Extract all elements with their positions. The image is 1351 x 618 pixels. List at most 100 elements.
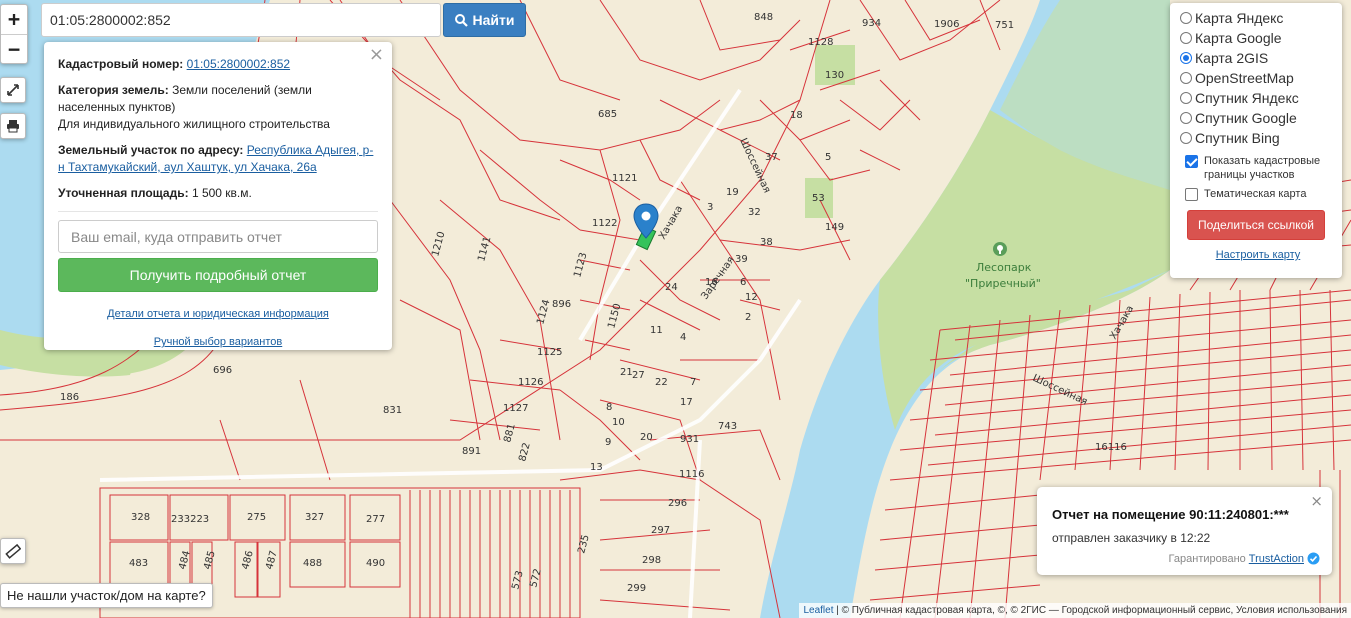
layer-option-label: Карта Google <box>1195 30 1282 46</box>
guarantee-text: Гарантировано <box>1168 552 1246 565</box>
map-attribution: Leaflet | © Публичная кадастровая карта,… <box>799 603 1351 618</box>
manual-select-link[interactable]: Ручной выбор вариантов <box>58 334 378 351</box>
address-row: Земельный участок по адресу: Республика … <box>58 142 378 176</box>
layer-option-label: Карта Яндекс <box>1195 10 1284 26</box>
ruler-icon <box>5 543 21 559</box>
report-details-link[interactable]: Детали отчета и юридическая информация <box>58 306 378 323</box>
layer-option[interactable]: Карта Google <box>1180 28 1336 48</box>
parcel-number-label: 24 <box>665 282 678 293</box>
not-found-button[interactable]: Не нашли участок/дом на карте? <box>0 583 213 608</box>
zoom-in-button[interactable]: + <box>1 5 27 34</box>
search-input[interactable] <box>41 3 441 37</box>
cadastral-label: Кадастровый номер: <box>58 57 184 71</box>
parcel-number-label: 186 <box>60 392 79 403</box>
parcel-number-label: 488 <box>303 558 322 569</box>
info-close-button[interactable]: × <box>369 46 384 64</box>
parcel-number-label: 685 <box>598 109 617 120</box>
parcel-number-label: 1125 <box>537 347 562 358</box>
share-link-button[interactable]: Поделиться ссылкой <box>1187 210 1325 240</box>
layer-option-label: OpenStreetMap <box>1195 70 1294 86</box>
print-icon <box>7 120 19 133</box>
search-button-label: Найти <box>472 12 515 28</box>
layer-option-label: Спутник Яндекс <box>1195 90 1299 106</box>
layer-option-label: Спутник Google <box>1195 110 1297 126</box>
layer-option-label: Карта 2GIS <box>1195 50 1269 66</box>
parcel-number-label: 9 <box>605 437 611 448</box>
parcel-number-label: 934 <box>862 18 881 29</box>
layer-radio[interactable] <box>1180 132 1192 144</box>
parcel-number-label: 328 <box>131 512 150 523</box>
layer-option[interactable]: Спутник Google <box>1180 108 1336 128</box>
parcel-number-label: 149 <box>825 222 844 233</box>
cadastral-link[interactable]: 01:05:2800002:852 <box>187 57 290 71</box>
parcel-number-label: 297 <box>651 525 670 536</box>
parcel-number-label: 1116 <box>679 469 704 480</box>
layer-option[interactable]: Спутник Bing <box>1180 128 1336 148</box>
layer-radio[interactable] <box>1180 32 1192 44</box>
parcel-number-label: 19 <box>726 187 739 198</box>
parcel-number-label: 275 <box>247 512 266 523</box>
show-borders-checkbox[interactable] <box>1185 155 1198 168</box>
notice-close-button[interactable]: × <box>1310 492 1323 510</box>
parcel-number-label: 27 <box>632 370 645 381</box>
thematic-checkbox[interactable] <box>1185 188 1198 201</box>
parcel-number-label: 11 <box>650 325 663 336</box>
notice-title: Отчет на помещение 90:11:240801:*** <box>1052 507 1289 522</box>
verified-check-icon <box>1307 552 1320 565</box>
layer-options: Карта Яндекс Карта Google Карта 2GIS OpenSt… <box>1180 8 1336 148</box>
area-row: Уточненная площадь: 1 500 кв.м. <box>58 185 378 202</box>
layer-radio[interactable] <box>1180 92 1192 104</box>
parcel-number-label: 12 <box>745 292 758 303</box>
layer-radio[interactable] <box>1180 52 1192 64</box>
leaflet-link[interactable]: Leaflet <box>803 605 833 616</box>
parcel-number-label: 896 <box>552 299 571 310</box>
category-row: Категория земель: Земли поселений (земли… <box>58 82 378 133</box>
email-input[interactable] <box>58 220 378 253</box>
layer-radio[interactable] <box>1180 112 1192 124</box>
notice-text: отправлен заказчику в 12:22 <box>1052 531 1211 545</box>
layer-radio[interactable] <box>1180 72 1192 84</box>
parcel-number-label: 299 <box>627 583 646 594</box>
parcel-number-label: 233223 <box>171 514 209 525</box>
parcel-number-label: 37 <box>765 152 778 163</box>
parcel-number-label: 1121 <box>612 173 637 184</box>
attribution-text: | © Публичная кадастровая карта, ©, © 2Г… <box>833 605 1347 616</box>
parcel-number-label: 483 <box>129 558 148 569</box>
parcel-number-label: 18 <box>790 110 803 121</box>
map-settings-link[interactable]: Настроить карту <box>1180 249 1336 261</box>
layer-option[interactable]: Спутник Яндекс <box>1180 88 1336 108</box>
print-button[interactable] <box>0 113 26 139</box>
parcel-number-label: 298 <box>642 555 661 566</box>
block-label-16116: 16116 <box>1095 442 1127 453</box>
parcel-number-label: 1906 <box>934 19 959 30</box>
parcel-info-panel: × Кадастровый номер: 01:05:2800002:852 К… <box>44 42 392 350</box>
parcel-number-label: 39 <box>735 254 748 265</box>
parcel-number-label: 16 <box>705 277 718 288</box>
zoom-out-button[interactable]: − <box>1 34 27 63</box>
layer-radio[interactable] <box>1180 12 1192 24</box>
parcel-number-label: 848 <box>754 12 773 23</box>
parcel-number-label: 1128 <box>808 37 833 48</box>
ruler-button[interactable] <box>0 538 26 564</box>
layer-option[interactable]: Карта 2GIS <box>1180 48 1336 68</box>
notice-footer: Гарантировано TrustAction <box>1169 552 1320 565</box>
parcel-number-label: 5 <box>825 152 831 163</box>
thematic-option[interactable]: Тематическая карта <box>1180 187 1336 201</box>
parcel-number-label: 743 <box>718 421 737 432</box>
search-button[interactable]: Найти <box>443 3 526 37</box>
layer-option[interactable]: OpenStreetMap <box>1180 68 1336 88</box>
trustaction-link[interactable]: TrustAction <box>1249 553 1304 565</box>
info-divider <box>58 211 378 212</box>
parcel-number-label: 130 <box>825 70 844 81</box>
parcel-number-label: 22 <box>655 377 668 388</box>
expand-icon <box>7 84 19 96</box>
get-report-button[interactable]: Получить подробный отчет <box>58 258 378 292</box>
fullscreen-button[interactable] <box>0 77 26 103</box>
parcel-number-label: 327 <box>305 512 324 523</box>
show-borders-option[interactable]: Показать кадастровые границы участков <box>1180 154 1336 182</box>
parcel-number-label: 23 <box>0 0 13 3</box>
parcel-number-label: 2 <box>745 312 751 323</box>
report-notification: × Отчет на помещение 90:11:240801:*** от… <box>1037 487 1332 575</box>
parcel-number-label: 21 <box>620 367 633 378</box>
layer-option[interactable]: Карта Яндекс <box>1180 8 1336 28</box>
